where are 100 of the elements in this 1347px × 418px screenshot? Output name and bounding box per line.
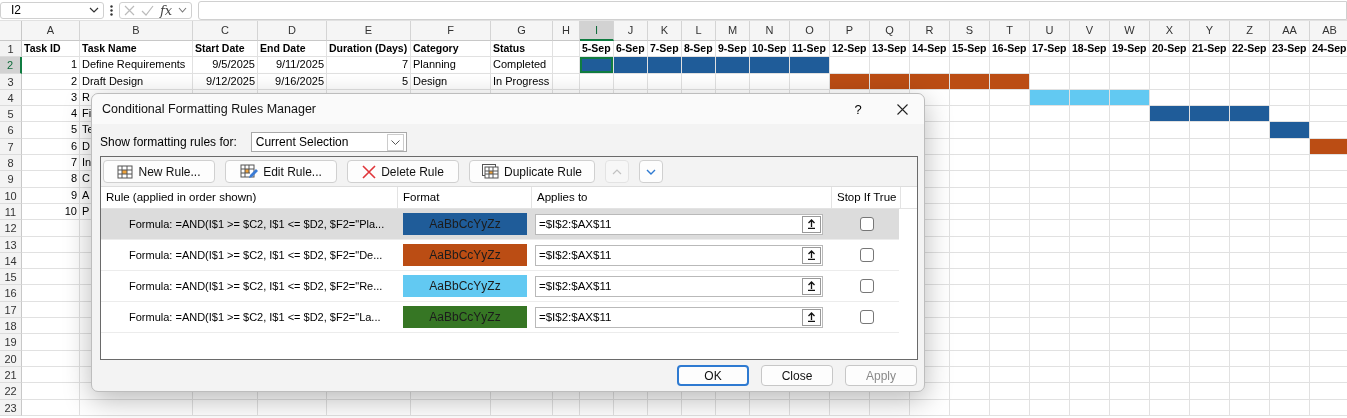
applies-to-field[interactable]: =$I$2:$AX$11 bbox=[535, 213, 823, 235]
chevron-down-icon bbox=[89, 7, 99, 13]
column-header[interactable]: R bbox=[910, 21, 950, 41]
format-preview: AaBbCcYyZz bbox=[403, 275, 527, 297]
column-header[interactable]: G bbox=[491, 21, 553, 41]
chevron-down-icon[interactable] bbox=[178, 7, 188, 13]
rule-formula: Formula: =AND(I$1 >= $C2, I$1 <= $D2, $F2="Pla... bbox=[128, 218, 386, 230]
table-cell: 9/12/2025 bbox=[206, 74, 255, 87]
column-header[interactable]: U bbox=[1030, 21, 1070, 41]
table-cell: 8 bbox=[70, 172, 77, 185]
table-cell: Completed bbox=[493, 58, 547, 71]
row-header[interactable]: 8 bbox=[0, 155, 22, 172]
rule-row[interactable]: Formula: =AND(I$1 >= $C2, I$1 <= $D2, $F2="La... AaBbCcYyZz =$I$2:$AX$11 bbox=[101, 302, 899, 333]
table-cell: P bbox=[82, 204, 90, 217]
check-icon[interactable] bbox=[141, 4, 154, 16]
table-cell: 9/5/2025 bbox=[212, 58, 255, 71]
row-header[interactable]: 22 bbox=[0, 383, 22, 400]
ok-button[interactable]: OK bbox=[677, 365, 749, 386]
column-header[interactable]: A bbox=[22, 21, 80, 41]
scope-dropdown[interactable]: Current Selection bbox=[250, 132, 407, 152]
stop-if-true-checkbox[interactable] bbox=[859, 217, 874, 231]
more-options-icon[interactable] bbox=[110, 4, 113, 16]
row-header[interactable]: 1 bbox=[0, 41, 22, 58]
table-cell: 3 bbox=[70, 90, 77, 103]
column-title-cell: Task ID bbox=[24, 42, 61, 54]
close-dialog-button[interactable]: Close bbox=[761, 365, 833, 386]
row-header[interactable]: 12 bbox=[0, 220, 22, 237]
row-header[interactable]: 18 bbox=[0, 318, 22, 335]
applies-to-field[interactable]: =$I$2:$AX$11 bbox=[535, 244, 823, 266]
column-header[interactable]: O bbox=[790, 21, 830, 41]
row-header[interactable]: 19 bbox=[0, 334, 22, 351]
table-cell: 1 bbox=[70, 58, 77, 71]
column-header[interactable]: M bbox=[716, 21, 750, 41]
column-header[interactable]: E bbox=[327, 21, 411, 41]
show-rules-label: Show formatting rules for: bbox=[100, 135, 237, 149]
column-header[interactable]: T bbox=[990, 21, 1030, 41]
stop-if-true-checkbox[interactable] bbox=[859, 248, 874, 262]
column-header[interactable]: L bbox=[682, 21, 716, 41]
row-header[interactable]: 16 bbox=[0, 285, 22, 302]
collapse-upload-icon[interactable] bbox=[807, 219, 816, 229]
column-header[interactable]: X bbox=[1150, 21, 1190, 41]
format-preview: AaBbCcYyZz bbox=[403, 213, 527, 235]
table-cell: 9 bbox=[70, 188, 77, 201]
column-header[interactable]: J bbox=[614, 21, 648, 41]
column-header[interactable]: Q bbox=[870, 21, 910, 41]
dialog-title: Conditional Formatting Rules Manager bbox=[102, 102, 317, 116]
new-rule-button[interactable]: New Rule... bbox=[103, 160, 215, 183]
insert-function-button[interactable]: fx bbox=[160, 2, 173, 18]
column-header[interactable]: W bbox=[1110, 21, 1150, 41]
column-title-cell: Category bbox=[413, 42, 459, 54]
collapse-upload-icon[interactable] bbox=[807, 250, 816, 260]
column-title-cell: 9-Sep bbox=[718, 42, 747, 54]
row-header[interactable]: 15 bbox=[0, 269, 22, 286]
table-cell: 2 bbox=[70, 74, 77, 87]
column-title-cell: 6-Sep bbox=[616, 42, 645, 54]
row-header[interactable]: 5 bbox=[0, 106, 22, 123]
row-header[interactable]: 6 bbox=[0, 122, 22, 139]
collapse-upload-icon[interactable] bbox=[807, 281, 816, 291]
column-title-cell: 13-Sep bbox=[872, 42, 907, 54]
column-header[interactable]: P bbox=[830, 21, 870, 41]
column-header[interactable]: H bbox=[553, 21, 580, 41]
duplicate-rule-button[interactable]: Duplicate Rule bbox=[469, 160, 596, 183]
delete-rule-button[interactable]: Delete Rule bbox=[347, 160, 459, 183]
column-header[interactable]: Y bbox=[1190, 21, 1230, 41]
column-header[interactable]: D bbox=[258, 21, 327, 41]
column-header[interactable]: C bbox=[193, 21, 258, 41]
column-heading: Stop If True bbox=[832, 187, 901, 208]
rule-row[interactable]: Formula: =AND(I$1 >= $C2, I$1 <= $D2, $F2="Pla... AaBbCcYyZz =$I$2:$AX$11 bbox=[101, 209, 899, 240]
name-box[interactable]: I2 bbox=[0, 1, 104, 19]
collapse-upload-icon[interactable] bbox=[807, 312, 816, 322]
edit-rule-button[interactable]: Edit Rule... bbox=[225, 160, 337, 183]
column-header[interactable]: I bbox=[580, 21, 614, 41]
column-header[interactable]: F bbox=[411, 21, 491, 41]
table-cell: 4 bbox=[70, 107, 77, 120]
row-header[interactable]: 2 bbox=[0, 57, 22, 74]
column-title-cell: End Date bbox=[260, 42, 306, 54]
applies-to-field[interactable]: =$I$2:$AX$11 bbox=[535, 275, 823, 297]
column-header[interactable]: AA bbox=[1270, 21, 1310, 41]
column-title-cell: 24-Sep bbox=[1312, 42, 1347, 54]
row-header[interactable]: 9 bbox=[0, 171, 22, 188]
column-header[interactable]: N bbox=[750, 21, 790, 41]
column-header[interactable]: K bbox=[648, 21, 682, 41]
table-cell: Draft Design bbox=[82, 74, 144, 87]
table-cell: Fi bbox=[82, 107, 92, 120]
help-button[interactable]: ? bbox=[836, 101, 880, 117]
applies-to-field[interactable]: =$I$2:$AX$11 bbox=[535, 306, 823, 328]
stop-if-true-checkbox[interactable] bbox=[859, 279, 874, 293]
rule-row[interactable]: Formula: =AND(I$1 >= $C2, I$1 <= $D2, $F2="Re... AaBbCcYyZz =$I$2:$AX$11 bbox=[101, 271, 899, 302]
rule-row[interactable]: Formula: =AND(I$1 >= $C2, I$1 <= $D2, $F2="De... AaBbCcYyZz =$I$2:$AX$11 bbox=[101, 240, 899, 271]
column-header[interactable]: B bbox=[80, 21, 193, 41]
column-header[interactable]: S bbox=[950, 21, 990, 41]
column-header[interactable]: V bbox=[1070, 21, 1110, 41]
table-cell: 9/11/2025 bbox=[275, 58, 324, 71]
column-header[interactable]: Z bbox=[1230, 21, 1270, 41]
stop-if-true-checkbox[interactable] bbox=[859, 310, 874, 324]
formula-input[interactable] bbox=[198, 0, 1347, 20]
column-heading: Applies to bbox=[532, 187, 832, 208]
column-title-cell: Task Name bbox=[82, 42, 137, 54]
table-cell: Design bbox=[413, 74, 448, 87]
column-title-cell: 23-Sep bbox=[1272, 42, 1307, 54]
